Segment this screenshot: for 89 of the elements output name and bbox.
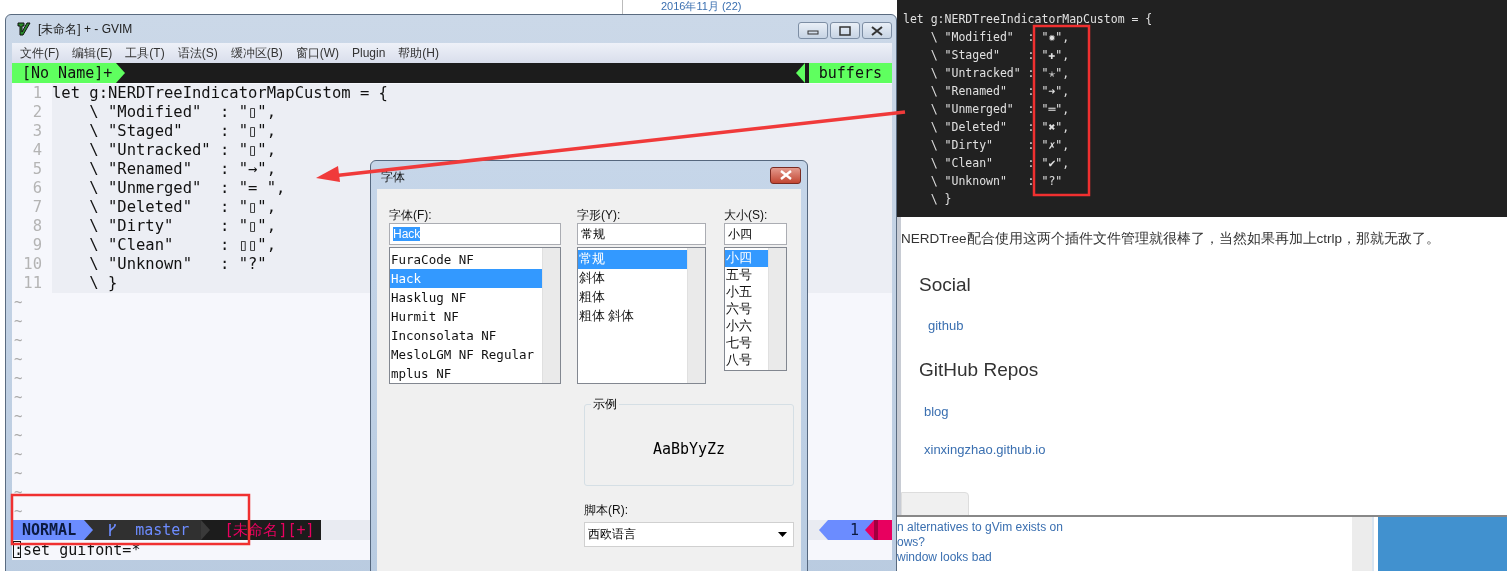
list-item[interactable]: 七号 xyxy=(725,335,768,352)
caret-icon xyxy=(778,532,787,537)
empty-line-marker: ~ xyxy=(13,293,23,312)
maximize-icon xyxy=(839,25,851,36)
code-line: \ "Staged" : "✚", xyxy=(929,47,1071,64)
list-item[interactable]: MesloLGM NF Regular xyxy=(390,345,542,364)
empty-line-marker: ~ xyxy=(13,331,23,350)
scrollbar[interactable] xyxy=(687,248,705,383)
code-line: \ "Clean" : "✔", xyxy=(929,155,1071,172)
menu-item[interactable]: 缓冲区(B) xyxy=(230,44,283,62)
code-line: \ "Unknown" : "?" xyxy=(929,173,1064,190)
empty-line-marker: ~ xyxy=(13,502,23,521)
app-icon xyxy=(16,21,32,37)
scrollbar[interactable] xyxy=(1352,517,1374,571)
size-field[interactable]: 小四 xyxy=(724,223,787,245)
line-number: 11 xyxy=(22,274,43,293)
scrollbar[interactable] xyxy=(542,248,560,383)
empty-line-marker: ~ xyxy=(13,407,23,426)
window-title: [未命名] + - GVIM xyxy=(38,20,133,38)
maximize-button[interactable] xyxy=(830,22,860,39)
close-icon xyxy=(778,170,793,180)
menu-item[interactable]: 文件(F) xyxy=(20,44,60,62)
close-icon xyxy=(871,25,883,36)
blog-text: NERDTree配合使用这两个插件文件管理就很棒了，当然如果再加上ctrlp，那就无敌了。 xyxy=(901,230,1441,248)
line-number: 5 xyxy=(31,160,43,179)
line-number: 4 xyxy=(31,141,43,160)
menu-item[interactable]: 编辑(E) xyxy=(72,44,113,62)
list-item[interactable]: 小六 xyxy=(725,318,768,335)
line-number: 8 xyxy=(31,217,43,236)
group-label: 示例 xyxy=(591,396,619,413)
empty-line-marker: ~ xyxy=(13,445,23,464)
branch-name: master xyxy=(135,520,190,540)
code-line: \ "Untracked" : "✭", xyxy=(929,65,1071,82)
menu-item[interactable]: 语法(S) xyxy=(177,44,218,62)
list-item[interactable]: 六号 xyxy=(725,301,768,318)
branch-icon xyxy=(107,523,118,537)
empty-line-marker: ~ xyxy=(13,388,23,407)
empty-line-marker: ~ xyxy=(13,464,23,483)
list-item[interactable]: mplus NF xyxy=(390,364,542,383)
field-label: 脚本(R): xyxy=(584,502,629,518)
empty-line-marker: ~ xyxy=(13,350,23,369)
code-line: \ } xyxy=(929,191,953,208)
question-link[interactable]: window looks bad xyxy=(897,550,1352,565)
code-line: \ "Dirty" : "✗", xyxy=(929,137,1071,154)
code-line: \ "Renamed" : "➜", xyxy=(929,83,1071,100)
line-number: 9 xyxy=(31,236,43,255)
repo-link[interactable]: blog xyxy=(924,404,949,419)
menu-item[interactable]: Plugin xyxy=(352,46,386,60)
line-number: 1 xyxy=(31,84,43,103)
menu-item[interactable]: 窗口(W) xyxy=(295,44,339,62)
code-line: \ "Modified" : "✹", xyxy=(929,29,1071,46)
empty-line-marker: ~ xyxy=(13,312,23,331)
line-number: 3 xyxy=(31,122,43,141)
file-name: [未命名][+] xyxy=(210,520,321,540)
code-line: \ "Deleted" : "✖", xyxy=(929,119,1071,136)
question-link[interactable]: n alternatives to gVim exists on xyxy=(897,520,1352,535)
tab-background xyxy=(901,492,969,516)
empty-line-marker: ~ xyxy=(13,369,23,388)
script-dropdown[interactable]: 西欧语言 xyxy=(584,522,794,547)
list-item[interactable]: 粗体 斜体 xyxy=(578,307,687,326)
line-indicator: 1 xyxy=(827,520,865,540)
close-button[interactable] xyxy=(862,22,892,39)
repo-link[interactable]: xinxingzhao.github.io xyxy=(924,442,1046,457)
mode-indicator: NORMAL xyxy=(12,520,85,540)
code-line: let g:NERDTreeIndicatorMapCustom = { xyxy=(903,11,1154,28)
line-number: 7 xyxy=(31,198,43,217)
sample-text: AaBbYyZz xyxy=(652,440,726,458)
list-item[interactable]: 八号 xyxy=(725,352,768,369)
empty-line-marker: ~ xyxy=(13,483,23,502)
list-item[interactable]: Inconsolata NF xyxy=(390,326,542,345)
menu-item[interactable]: 帮助(H) xyxy=(398,44,439,62)
style-field[interactable]: 常规 xyxy=(577,223,706,245)
buffers-label: buffers xyxy=(808,63,892,83)
menu-item[interactable]: 工具(T) xyxy=(125,44,165,62)
line-number: 10 xyxy=(22,255,43,274)
section-heading: Social xyxy=(919,274,972,296)
section-heading: GitHub Repos xyxy=(919,359,1040,381)
empty-line-marker: ~ xyxy=(13,426,23,445)
close-button[interactable] xyxy=(770,166,801,184)
minimize-button[interactable] xyxy=(798,22,828,39)
social-link[interactable]: github xyxy=(928,318,964,333)
list-item[interactable]: Hurmit NF xyxy=(390,307,542,326)
question-link[interactable]: ows? xyxy=(897,535,1352,550)
buffer-tab[interactable]: [No Name]+ xyxy=(12,63,117,83)
line-number: 2 xyxy=(31,103,43,122)
code-line: \ "Unmerged" : "═", xyxy=(929,101,1071,118)
scrollbar[interactable] xyxy=(768,248,786,370)
line-number: 6 xyxy=(31,179,43,198)
archive-link[interactable]: 2016年11月 (22) xyxy=(661,0,742,12)
